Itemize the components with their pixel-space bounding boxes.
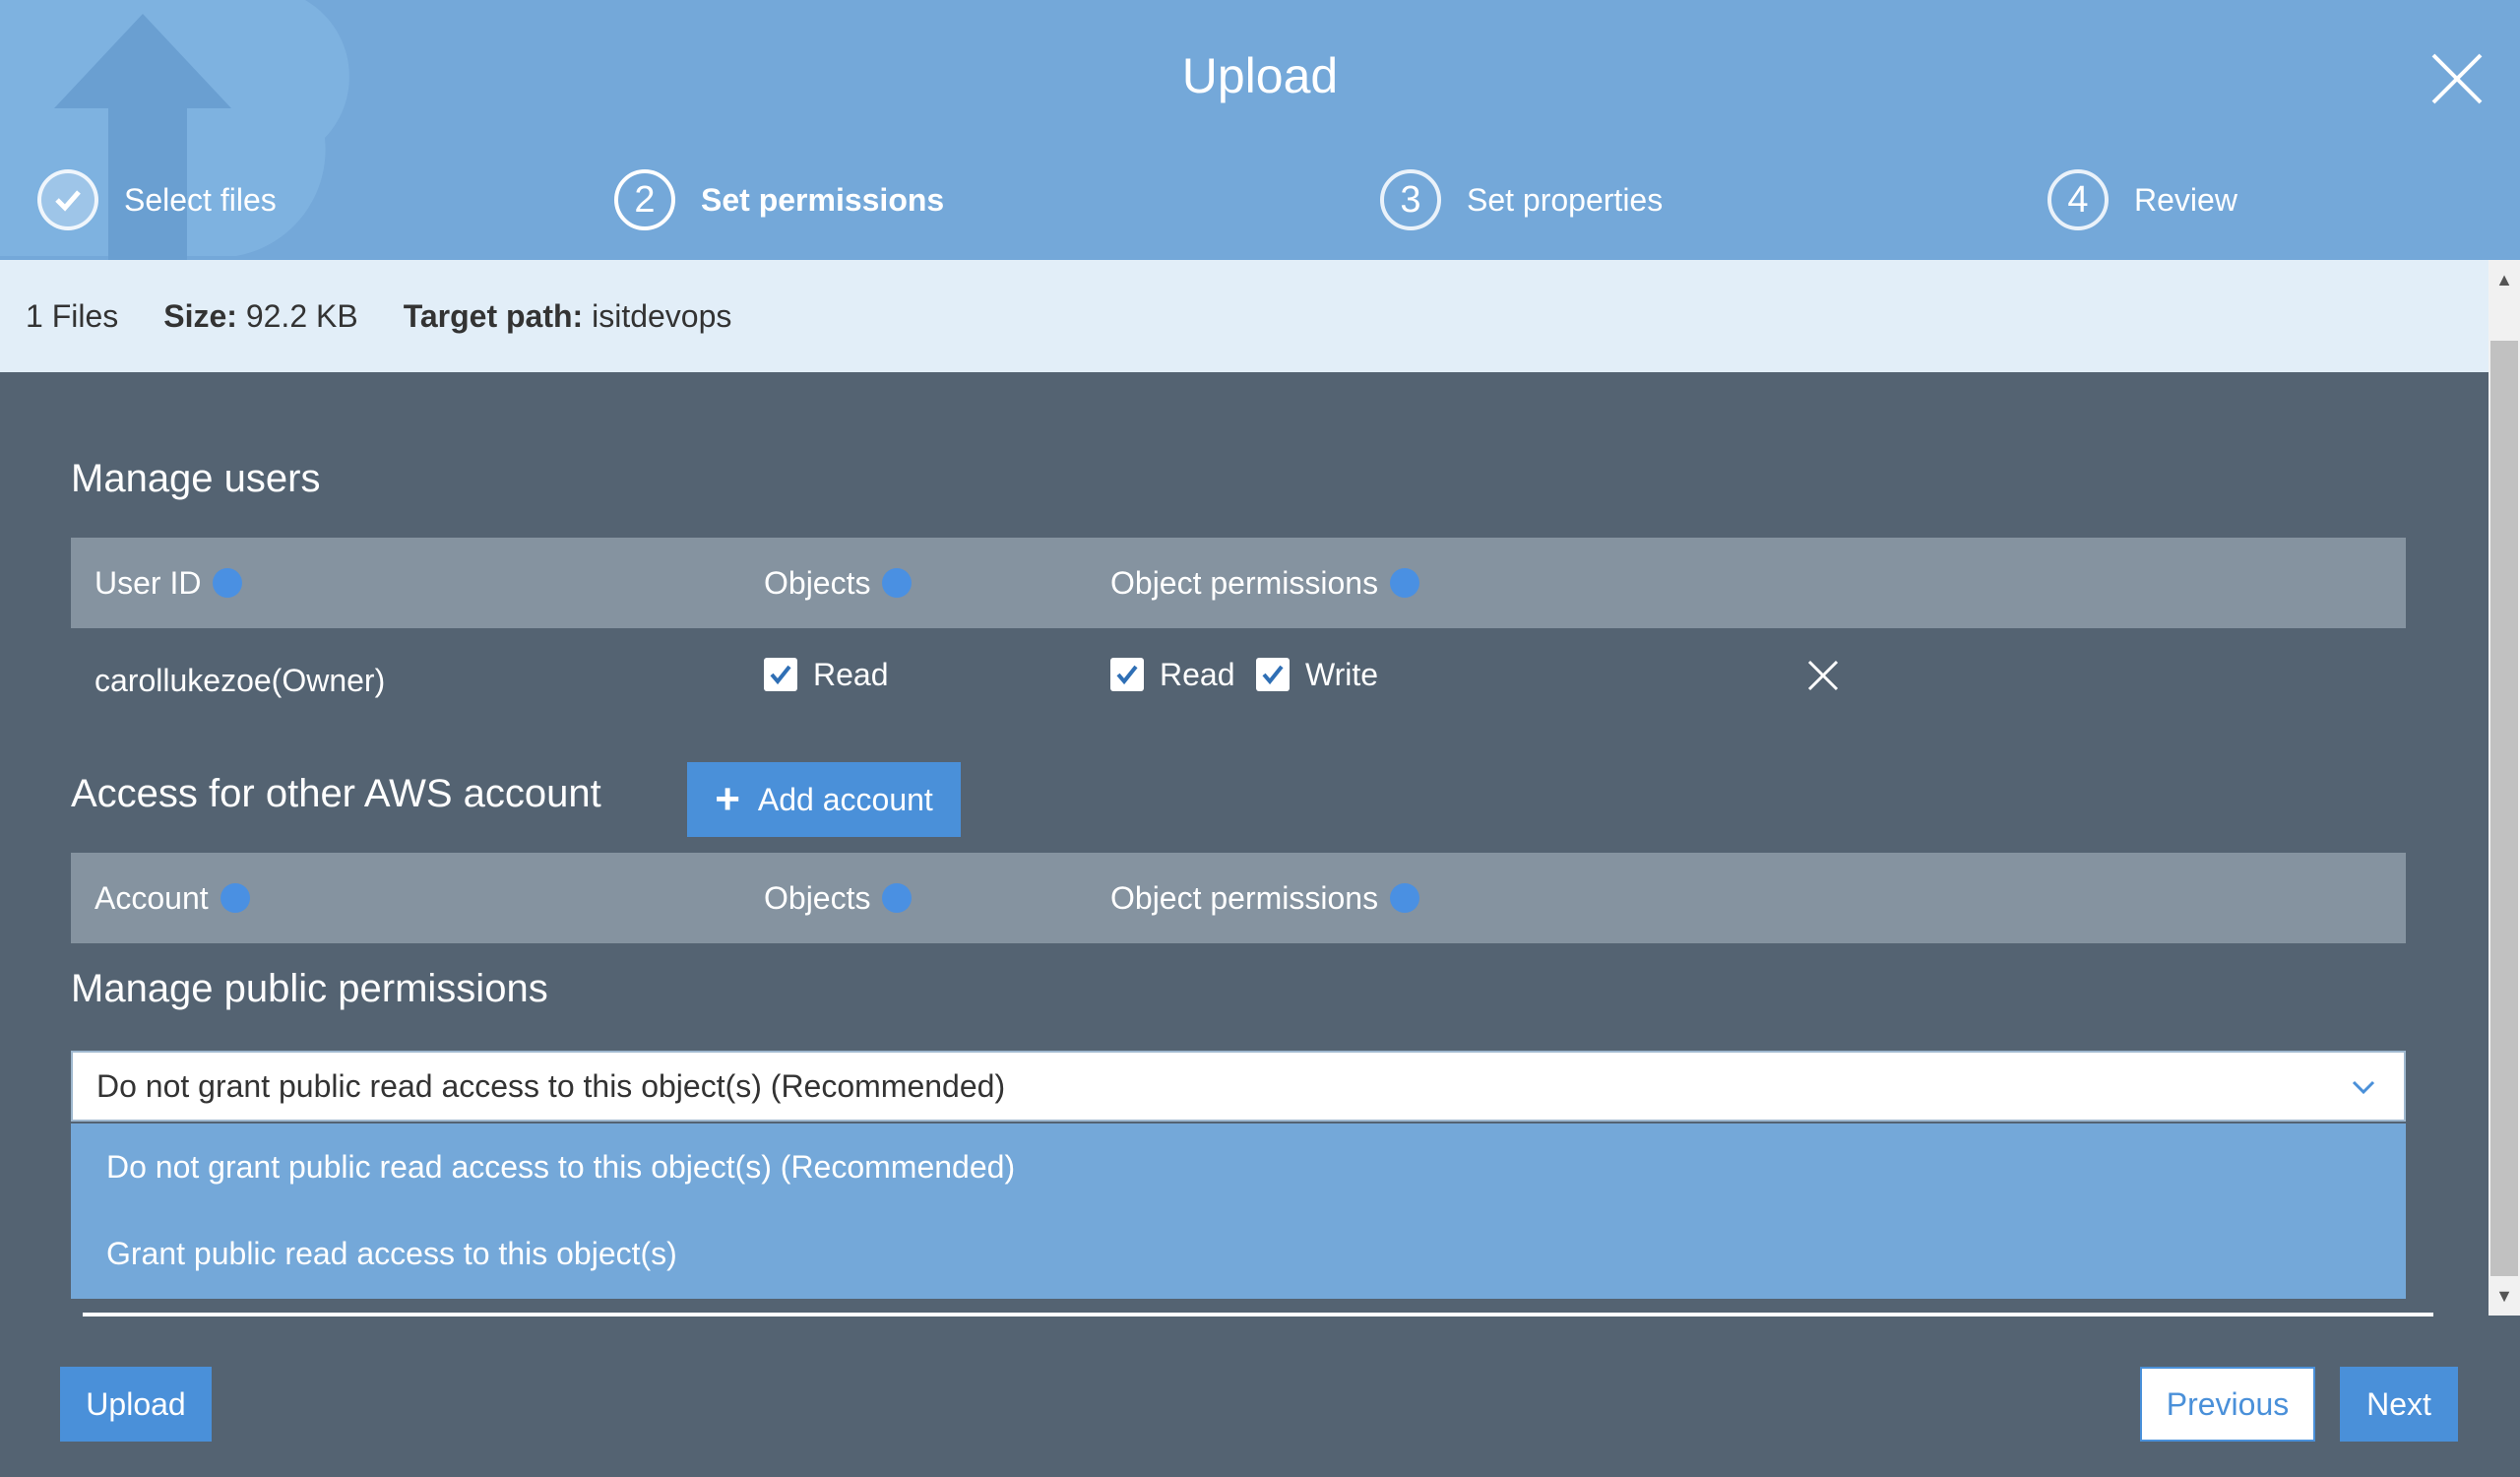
step-label: Review — [2134, 181, 2237, 218]
perm-read-checkbox[interactable]: Read — [1110, 650, 1235, 699]
step-number: 3 — [1380, 169, 1441, 230]
checkbox-checked-icon[interactable] — [1256, 658, 1290, 691]
checkbox-checked-icon[interactable] — [764, 658, 797, 691]
accounts-table-header: Account Objects Object permissions — [71, 853, 2406, 943]
checkbox-checked-icon[interactable] — [1110, 658, 1144, 691]
step-label: Set properties — [1467, 181, 1664, 218]
column-object-permissions: Object permissions — [1110, 538, 1420, 628]
step-label: Select files — [124, 181, 277, 218]
chevron-down-icon[interactable] — [2349, 1072, 2378, 1102]
checkmark-icon — [37, 169, 98, 230]
remove-user-icon[interactable] — [1805, 658, 1841, 693]
upload-button[interactable]: Upload — [60, 1367, 212, 1442]
column-objects: Objects — [764, 853, 913, 943]
divider — [83, 1313, 2433, 1316]
file-count: 1 Files — [26, 297, 119, 334]
info-icon[interactable] — [220, 883, 250, 913]
vertical-scrollbar[interactable]: ▲ ▼ — [2488, 260, 2520, 1316]
plus-icon: + — [715, 775, 740, 823]
step-number: 2 — [614, 169, 675, 230]
step-set-properties[interactable]: 3 Set properties — [1380, 165, 1663, 234]
previous-button[interactable]: Previous — [2140, 1367, 2315, 1442]
upload-header: Upload Select files 2 Set permissions 3 … — [0, 0, 2520, 260]
scroll-up-icon[interactable]: ▲ — [2488, 264, 2520, 295]
dropdown-option-no-public[interactable]: Do not grant public read access to this … — [106, 1149, 1015, 1186]
column-account: Account — [94, 853, 250, 943]
scroll-thumb[interactable] — [2490, 341, 2518, 1276]
perm-write-checkbox[interactable]: Write — [1256, 650, 1378, 699]
column-object-permissions: Object permissions — [1110, 853, 1420, 943]
add-account-button[interactable]: + Add account — [687, 762, 961, 837]
dropdown-option-grant-public[interactable]: Grant public read access to this object(… — [106, 1236, 677, 1272]
public-permissions-title: Manage public permissions — [71, 967, 548, 1010]
step-set-permissions[interactable]: 2 Set permissions — [614, 165, 944, 234]
public-access-dropdown: Do not grant public read access to this … — [71, 1124, 2406, 1299]
file-size: Size: 92.2 KB — [163, 297, 358, 334]
info-icon[interactable] — [1390, 883, 1420, 913]
info-icon[interactable] — [882, 568, 913, 598]
info-icon[interactable] — [882, 883, 913, 913]
objects-read-checkbox[interactable]: Read — [764, 650, 889, 699]
other-account-title: Access for other AWS account — [71, 772, 601, 815]
step-review[interactable]: 4 Review — [2048, 165, 2237, 234]
step-label: Set permissions — [701, 181, 945, 218]
next-button[interactable]: Next — [2340, 1367, 2458, 1442]
column-objects: Objects — [764, 538, 913, 628]
close-icon[interactable] — [2427, 49, 2487, 108]
scroll-down-icon[interactable]: ▼ — [2488, 1280, 2520, 1312]
dialog-title: Upload — [1181, 48, 1339, 103]
column-user-id: User ID — [94, 538, 243, 628]
user-id-cell: carollukezoe(Owner) — [94, 662, 386, 698]
manage-users-title: Manage users — [71, 457, 321, 500]
public-access-select[interactable]: Do not grant public read access to this … — [71, 1051, 2406, 1122]
step-number: 4 — [2048, 169, 2109, 230]
upload-summary-bar: 1 Files Size: 92.2 KB Target path: isitd… — [0, 260, 2488, 372]
users-table-header: User ID Objects Object permissions — [71, 538, 2406, 628]
info-icon[interactable] — [1390, 568, 1420, 598]
step-select-files[interactable]: Select files — [37, 165, 277, 234]
target-path: Target path: isitdevops — [403, 297, 732, 334]
info-icon[interactable] — [213, 568, 243, 598]
